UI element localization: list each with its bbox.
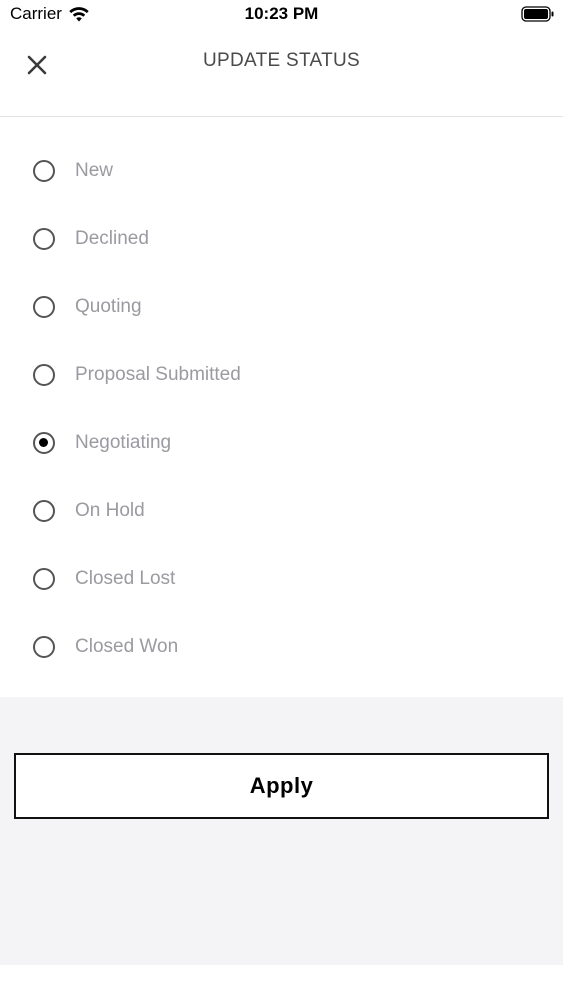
bottom-safe-area [0, 965, 563, 1000]
radio-button[interactable] [33, 228, 55, 250]
page-title: UPDATE STATUS [203, 50, 360, 71]
footer-panel: Apply [0, 697, 563, 965]
status-option-closed-won[interactable]: Closed Won [0, 613, 563, 681]
modal-header: UPDATE STATUS [0, 30, 563, 117]
status-bar: Carrier 10:23 PM [0, 0, 563, 30]
status-option-on-hold[interactable]: On Hold [0, 477, 563, 545]
option-label: Proposal Submitted [75, 364, 241, 385]
radio-button[interactable] [33, 500, 55, 522]
option-label: Declined [75, 228, 149, 249]
radio-button[interactable] [33, 160, 55, 182]
status-option-closed-lost[interactable]: Closed Lost [0, 545, 563, 613]
option-label: Negotiating [75, 432, 172, 453]
status-options-list: New Declined Quoting Proposal Submitted … [0, 117, 563, 697]
radio-button-selected[interactable] [33, 432, 55, 454]
status-option-quoting[interactable]: Quoting [0, 273, 563, 341]
option-label: Closed Lost [75, 568, 176, 589]
apply-button[interactable]: Apply [14, 753, 549, 819]
radio-button[interactable] [33, 636, 55, 658]
option-label: On Hold [75, 500, 145, 521]
option-label: New [75, 160, 114, 181]
option-label: Closed Won [75, 636, 179, 657]
status-option-declined[interactable]: Declined [0, 205, 563, 273]
option-label: Quoting [75, 296, 142, 317]
status-option-negotiating[interactable]: Negotiating [0, 409, 563, 477]
status-option-proposal-submitted[interactable]: Proposal Submitted [0, 341, 563, 409]
radio-button[interactable] [33, 364, 55, 386]
radio-button[interactable] [33, 568, 55, 590]
status-time: 10:23 PM [244, 4, 319, 23]
status-option-new[interactable]: New [0, 137, 563, 205]
battery-icon [521, 6, 554, 22]
radio-button[interactable] [33, 296, 55, 318]
